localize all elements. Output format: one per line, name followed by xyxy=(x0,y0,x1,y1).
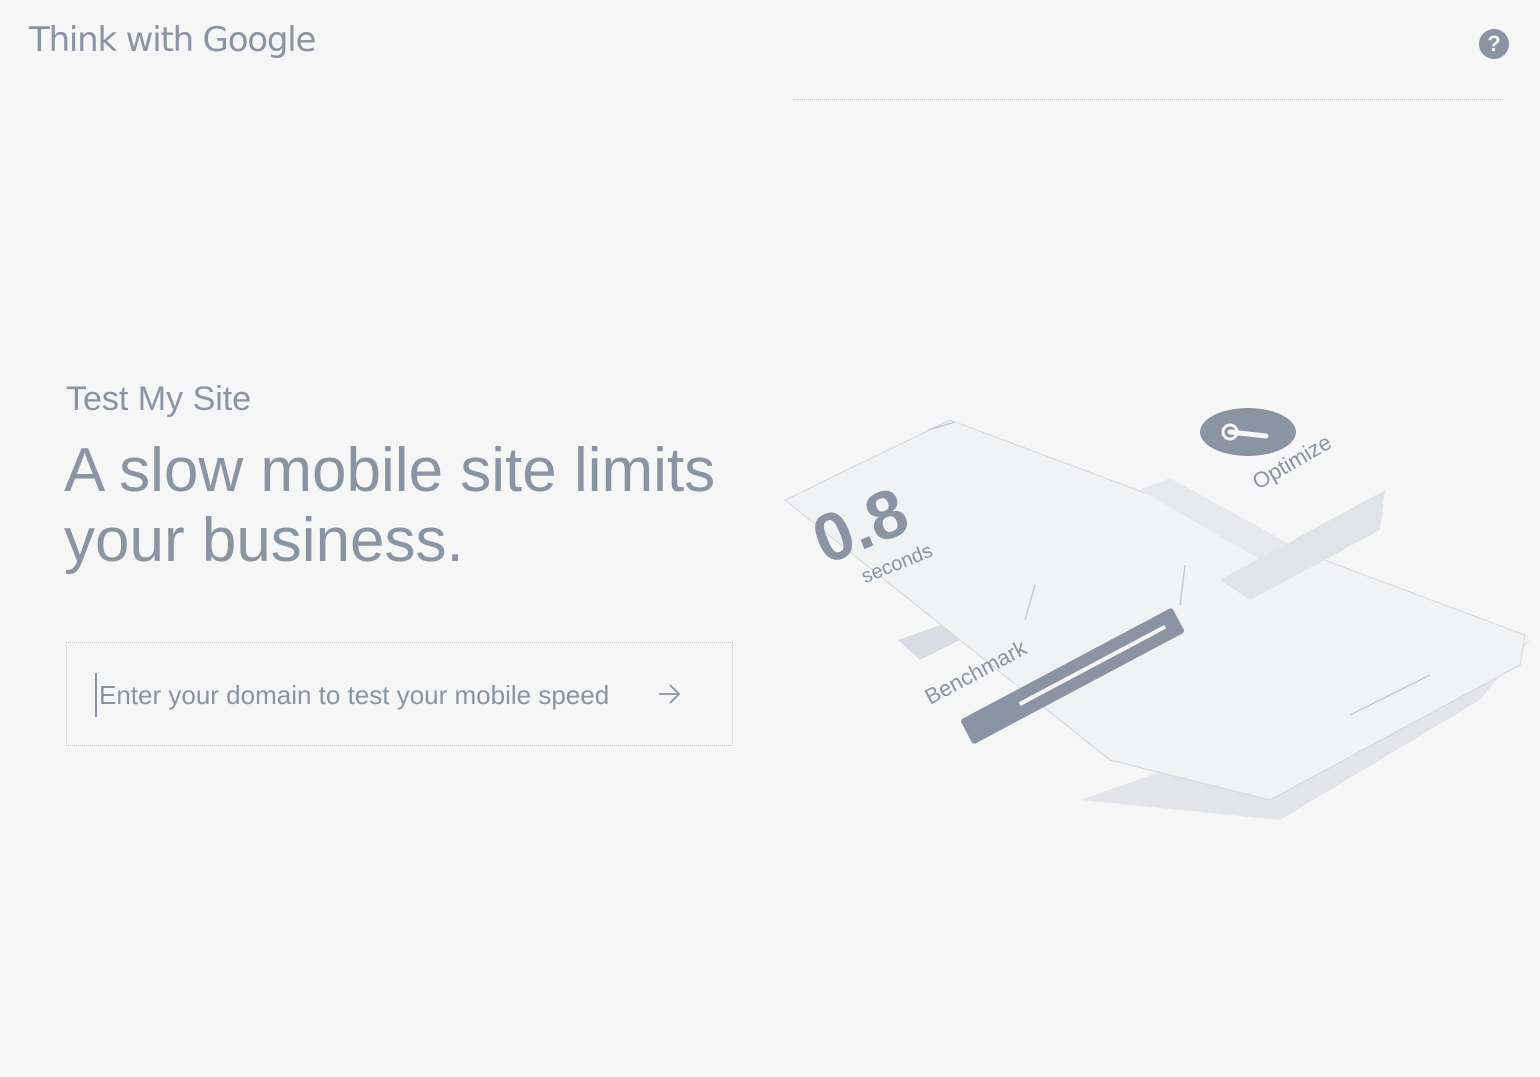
page: Think with Google ? Test My Site A slow … xyxy=(0,0,1540,1077)
product-name: Test My Site xyxy=(66,380,252,418)
arrow-right-icon[interactable] xyxy=(655,679,685,709)
headline: A slow mobile site limits your business. xyxy=(64,436,716,575)
domain-input[interactable] xyxy=(95,673,659,717)
phone-illustration: 0.8 seconds Benchmark Optimize xyxy=(784,408,1530,820)
phone-body xyxy=(784,419,1526,801)
help-button[interactable]: ? xyxy=(1479,29,1509,59)
domain-search-box xyxy=(66,642,733,746)
header-divider xyxy=(793,99,1503,100)
think-with-google-logo[interactable]: Think with Google xyxy=(29,20,316,60)
question-circle-icon: ? xyxy=(1487,31,1501,56)
